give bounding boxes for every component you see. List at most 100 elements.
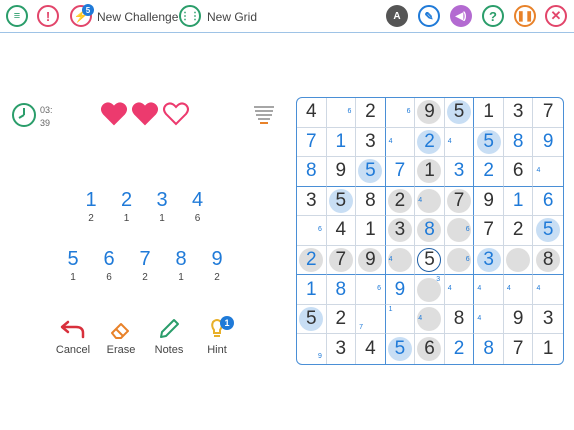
board-cell-r6c2[interactable]: 7 bbox=[326, 245, 357, 276]
board-cell-r3c6[interactable]: 3 bbox=[444, 157, 475, 187]
board-cell-r2c1[interactable]: 7 bbox=[297, 127, 327, 158]
numpad-key-2[interactable]: 21 bbox=[109, 188, 145, 226]
board-cell-r5c3[interactable]: 1 bbox=[356, 216, 386, 246]
board-cell-r1c4[interactable]: 6 bbox=[385, 98, 416, 128]
board-cell-r4c3[interactable]: 8 bbox=[356, 186, 386, 217]
board-cell-r9c5[interactable]: 6 bbox=[415, 334, 445, 364]
numpad-key-3[interactable]: 31 bbox=[144, 188, 180, 226]
board-cell-r3c9[interactable]: 4 bbox=[533, 157, 563, 187]
board-cell-r6c8[interactable] bbox=[503, 245, 534, 276]
board-cell-r6c7[interactable]: 3 bbox=[474, 245, 504, 276]
numpad-key-7[interactable]: 72 bbox=[127, 247, 163, 285]
close-icon[interactable]: ✕ bbox=[545, 5, 567, 27]
board-cell-r9c6[interactable]: 2 bbox=[445, 334, 475, 364]
board-cell-r4c7[interactable]: 9 bbox=[474, 186, 504, 217]
board-cell-r9c9[interactable]: 1 bbox=[533, 334, 563, 364]
board-cell-r8c9[interactable]: 3 bbox=[533, 305, 563, 335]
board-cell-r2c8[interactable]: 8 bbox=[503, 127, 534, 158]
board-cell-r4c9[interactable]: 6 bbox=[533, 187, 563, 217]
board-cell-r2c6[interactable]: 4 bbox=[444, 127, 475, 158]
board-cell-r9c2[interactable]: 3 bbox=[327, 334, 357, 364]
board-cell-r5c7[interactable]: 7 bbox=[474, 216, 504, 246]
palette-icon[interactable]: ✎ bbox=[418, 5, 440, 27]
board-cell-r8c2[interactable]: 2 bbox=[326, 304, 357, 335]
board-cell-r3c3[interactable]: 5 bbox=[356, 157, 386, 187]
board-cell-r2c9[interactable]: 9 bbox=[533, 128, 563, 158]
board-cell-r3c1[interactable]: 8 bbox=[297, 157, 327, 187]
board-cell-r3c4[interactable]: 7 bbox=[385, 157, 416, 187]
board-cell-r5c2[interactable]: 4 bbox=[326, 216, 357, 246]
lines-icon[interactable] bbox=[252, 103, 276, 127]
board-cell-r6c9[interactable]: 8 bbox=[533, 246, 563, 276]
numpad-key-5[interactable]: 51 bbox=[55, 247, 91, 285]
challenge-icon[interactable]: ⚡ 5 bbox=[70, 4, 94, 27]
board-cell-r1c5[interactable]: 9 bbox=[415, 98, 445, 128]
board-cell-r3c2[interactable]: 9 bbox=[326, 157, 357, 187]
board-cell-r7c1[interactable]: 1 bbox=[297, 275, 327, 305]
grid-icon[interactable]: ⋮⋮ bbox=[179, 5, 201, 27]
board-cell-r9c4[interactable]: 5 bbox=[386, 334, 416, 364]
board-cell-r2c7[interactable]: 5 bbox=[474, 127, 504, 158]
board-cell-r8c3[interactable]: 7 bbox=[356, 304, 386, 335]
erase-button[interactable]: Erase bbox=[98, 318, 144, 356]
board-cell-r4c2[interactable]: 5 bbox=[326, 186, 357, 217]
board-cell-r6c4[interactable]: 4 bbox=[385, 245, 416, 276]
board-cell-r9c8[interactable]: 7 bbox=[504, 334, 534, 364]
board-cell-r1c1[interactable]: 4 bbox=[297, 98, 327, 128]
board-cell-r7c9[interactable]: 4 bbox=[533, 275, 563, 305]
board-cell-r5c5[interactable]: 8 bbox=[415, 216, 445, 246]
board-cell-r3c5[interactable]: 1 bbox=[415, 157, 445, 187]
board-cell-r6c3[interactable]: 9 bbox=[356, 245, 386, 276]
board-cell-r8c6[interactable]: 8 bbox=[444, 304, 475, 335]
board-cell-r7c3[interactable]: 6 bbox=[356, 275, 386, 305]
menu-icon[interactable]: ≡ bbox=[6, 5, 28, 27]
board-cell-r1c2[interactable]: 6 bbox=[326, 98, 357, 128]
hint-button[interactable]: 1 Hint bbox=[194, 316, 240, 356]
board-cell-r3c7[interactable]: 2 bbox=[474, 157, 504, 187]
board-cell-r7c4[interactable]: 9 bbox=[385, 275, 416, 305]
new-challenge-button[interactable]: New Challenge bbox=[97, 10, 178, 24]
board-cell-r1c6[interactable]: 5 bbox=[444, 98, 475, 128]
sound-icon[interactable]: ◀) bbox=[450, 5, 472, 27]
board-cell-r6c6[interactable]: 6 bbox=[444, 245, 475, 276]
board-cell-r2c3[interactable]: 3 bbox=[356, 127, 386, 158]
board-cell-r4c8[interactable]: 1 bbox=[503, 186, 534, 217]
new-grid-button[interactable]: New Grid bbox=[207, 10, 257, 24]
board-cell-r7c6[interactable]: 4 bbox=[444, 275, 475, 305]
board-cell-r8c4[interactable]: 1 bbox=[385, 304, 416, 335]
board-cell-r5c8[interactable]: 2 bbox=[503, 216, 534, 246]
board-cell-r8c1[interactable]: 5 bbox=[297, 304, 327, 335]
board-cell-r2c4[interactable]: 4 bbox=[385, 127, 416, 158]
help-icon[interactable]: ? bbox=[482, 5, 504, 27]
board-cell-r7c8[interactable]: 4 bbox=[503, 275, 534, 305]
board-cell-r5c4[interactable]: 3 bbox=[385, 216, 416, 246]
board-cell-r1c8[interactable]: 3 bbox=[503, 98, 534, 128]
board-cell-r9c1[interactable]: 9 bbox=[297, 334, 327, 364]
board-cell-r5c1[interactable]: 6 bbox=[297, 216, 327, 246]
pause-icon[interactable]: ❚❚ bbox=[514, 5, 536, 27]
notes-button[interactable]: Notes bbox=[146, 318, 192, 356]
numpad-key-6[interactable]: 66 bbox=[91, 247, 127, 285]
board-cell-r6c5[interactable]: 5 bbox=[415, 245, 445, 276]
board-cell-r1c3[interactable]: 2 bbox=[356, 98, 386, 128]
board-cell-r4c6[interactable]: 7 bbox=[444, 186, 475, 217]
alert-icon[interactable]: ! bbox=[37, 5, 59, 27]
numpad-key-4[interactable]: 46 bbox=[180, 188, 216, 226]
cancel-button[interactable]: Cancel bbox=[50, 318, 96, 356]
board-cell-r8c5[interactable]: 4 bbox=[415, 304, 445, 335]
board-cell-r7c7[interactable]: 4 bbox=[474, 275, 504, 305]
board-cell-r5c6[interactable]: 6 bbox=[444, 216, 475, 246]
board-cell-r5c9[interactable]: 5 bbox=[533, 216, 563, 246]
board-cell-r8c7[interactable]: 4 bbox=[474, 304, 504, 335]
board-cell-r9c7[interactable]: 8 bbox=[474, 334, 504, 364]
contrast-icon[interactable]: A bbox=[386, 5, 408, 27]
board-cell-r4c4[interactable]: 2 bbox=[385, 186, 416, 217]
board-cell-r2c2[interactable]: 1 bbox=[326, 127, 357, 158]
board-cell-r4c5[interactable]: 4 bbox=[415, 186, 445, 217]
board-cell-r4c1[interactable]: 3 bbox=[297, 186, 327, 217]
board-cell-r8c8[interactable]: 9 bbox=[503, 304, 534, 335]
board-cell-r3c8[interactable]: 6 bbox=[503, 157, 534, 187]
numpad-key-9[interactable]: 92 bbox=[199, 247, 235, 285]
board-cell-r7c5[interactable]: 3 bbox=[415, 275, 445, 305]
board-cell-r7c2[interactable]: 8 bbox=[326, 275, 357, 305]
